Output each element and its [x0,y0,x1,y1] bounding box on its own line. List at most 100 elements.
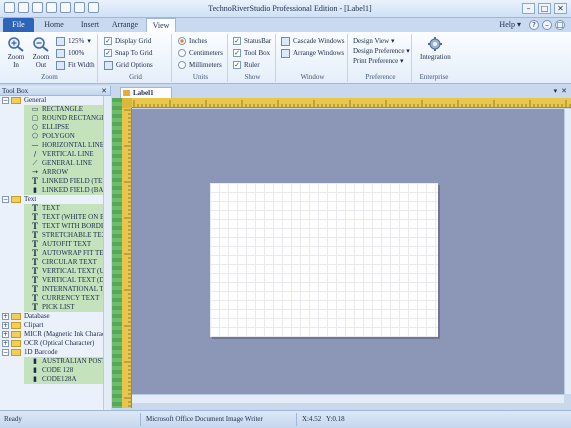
tab-file[interactable]: File [3,18,34,32]
close-button[interactable]: ✕ [554,3,567,14]
toolbox-group[interactable]: + Database [0,312,103,321]
toolbox-item[interactable]: ○ ELLIPSE [0,123,103,132]
help-menu[interactable]: Help ▾ [499,19,521,31]
label-page[interactable] [210,183,438,337]
zoom-100-button[interactable]: 100% [56,48,84,58]
toolbox-item[interactable]: ⬠ POLYGON [0,132,103,141]
grid-options-button[interactable]: Grid Options [104,60,153,70]
document-tab[interactable]: Label1 [120,87,172,98]
cascade-windows-button[interactable]: Cascade Windows [281,36,345,46]
document-menu-icon[interactable]: ▾ [554,87,558,95]
toolbox-item-icon: T [31,258,38,267]
toolbox-item[interactable]: — HORIZONTAL LINE [0,141,103,150]
toolbox-item[interactable]: ▮ AUSTRALIAN POST [0,357,103,366]
toolbox-item-icon: ▮ [33,366,37,374]
open-icon[interactable] [32,2,43,13]
print-preference-menu[interactable]: Print Preference ▾ [353,56,404,66]
toolbox-group[interactable]: − 1D Barcode [0,348,103,357]
centimeters-radio[interactable]: Centimeters [178,48,223,58]
vertical-scrollbar[interactable] [564,109,571,394]
toolbox-item[interactable]: T TEXT (WHITE ON BLACK) [0,213,103,222]
tab-home[interactable]: Home [36,18,72,32]
toolbox-item-icon: ▮ [33,186,37,194]
toolbox-item[interactable]: → ARROW [0,168,103,177]
toolbox-item[interactable]: T CURRENCY TEXT [0,294,103,303]
arrange-windows-button[interactable]: Arrange Windows [281,48,344,58]
toolbox-item-label: AUSTRALIAN POST [42,357,103,365]
inches-radio[interactable]: Inches [178,36,207,46]
millimeters-radio[interactable]: Millimeters [178,60,222,70]
toolbox-item[interactable]: ▢ ROUND RECTANGLE [0,114,103,123]
toolbox-item-icon: ⬠ [31,132,39,140]
statusbar-label: StatusBar [244,37,272,45]
toolbox-item[interactable]: T TEXT [0,204,103,213]
expand-icon[interactable]: + [2,340,9,347]
toolbox-item[interactable]: ▮ CODE128A [0,375,103,384]
toolbox-item[interactable]: / VERTICAL LINE [0,150,103,159]
toolbox-item[interactable]: ▭ RECTANGLE [0,105,103,114]
help-icon[interactable]: ? [529,20,539,30]
tab-insert[interactable]: Insert [72,18,108,32]
zoom-in-icon [8,37,24,52]
toolbox-group[interactable]: − Text [0,195,103,204]
fit-width-button[interactable]: Fit Width [56,60,95,70]
toolbox-scrollbar[interactable] [103,96,111,410]
toolbox-item[interactable]: T VERTICAL TEXT (DOWN) [0,276,103,285]
toolbox-item[interactable]: ⟋ GENERAL LINE [0,159,103,168]
toolbox-group[interactable]: + Clipart [0,321,103,330]
toolbox-group[interactable]: + MICR (Magnetic Ink Character) [0,330,103,339]
tab-arrange[interactable]: Arrange [106,18,144,32]
save-icon[interactable] [46,2,57,13]
tab-view[interactable]: View [146,18,176,32]
horizontal-scrollbar[interactable] [132,394,564,403]
zoom-out-icon [33,37,49,52]
toolbox-item[interactable]: T TEXT WITH BORDER [0,222,103,231]
check-icon: ✓ [104,49,112,57]
toolbox-item[interactable]: T LINKED FIELD (TEXT) [0,177,103,186]
toolbox-group[interactable]: + OCR (Optical Character) [0,339,103,348]
toolbox-checkbox[interactable]: ✓ Tool Box [233,48,270,58]
toolbox-item[interactable]: T AUTOWRAP FIT TEXT [0,249,103,258]
document-close-icon[interactable]: ✕ [561,87,567,95]
toolbox-item[interactable]: T AUTOFIT TEXT [0,240,103,249]
collapse-icon[interactable]: − [2,97,9,104]
design-preference-menu[interactable]: Design Preference ▾ [353,46,410,56]
minimize-button[interactable]: – [522,3,535,14]
redo-icon[interactable] [88,2,99,13]
zoom-in-button[interactable]: Zoom In [4,36,28,69]
toolbox-item[interactable]: T VERTICAL TEXT (UP) [0,267,103,276]
statusbar-checkbox[interactable]: ✓ StatusBar [233,36,271,46]
ruler-checkbox[interactable]: ✓ Ruler [233,60,260,70]
collapse-icon[interactable]: − [2,349,9,356]
toolbox-item[interactable]: T STRETCHABLE TEXT [0,231,103,240]
arrange-windows-label: Arrange Windows [293,49,345,57]
expand-icon[interactable]: + [2,313,9,320]
toolbox-item-icon: T [31,294,38,303]
restore-icon[interactable]: □ [555,20,565,30]
toolbox-item[interactable]: ▮ CODE 128 [0,366,103,375]
toolbox-group-label: General [24,96,47,104]
zoom-percent-select[interactable]: 125% ▾ [56,36,91,46]
toolbox-group[interactable]: − General [0,96,103,105]
toolbox-item[interactable]: T CIRCULAR TEXT [0,258,103,267]
collapse-icon[interactable]: − [2,196,9,203]
expand-icon[interactable]: + [2,331,9,338]
zoom-out-button[interactable]: Zoom Out [29,36,53,69]
toolbox-item[interactable]: ▮ LINKED FIELD (BARCODE) [0,186,103,195]
display-grid-checkbox[interactable]: ✓ Display Grid [104,36,151,46]
design-view-menu[interactable]: Design View ▾ [353,36,394,46]
print-icon[interactable] [60,2,71,13]
toolbox-item[interactable]: T INTERNATIONAL TEXT [0,285,103,294]
minimize-ribbon-icon[interactable]: – [542,20,552,30]
integration-button[interactable]: Integration [420,36,451,61]
app-icon[interactable] [4,2,15,13]
toolbox-item-label: VERTICAL TEXT (DOWN) [42,276,103,284]
toolbox-item[interactable]: T PICK LIST [0,303,103,312]
expand-icon[interactable]: + [2,322,9,329]
snap-to-grid-checkbox[interactable]: ✓ Snap To Grid [104,48,153,58]
undo-icon[interactable] [74,2,85,13]
maximize-button[interactable]: □ [538,3,551,14]
close-icon[interactable]: ✕ [101,86,107,96]
new-icon[interactable] [18,2,29,13]
design-canvas[interactable] [132,109,564,394]
